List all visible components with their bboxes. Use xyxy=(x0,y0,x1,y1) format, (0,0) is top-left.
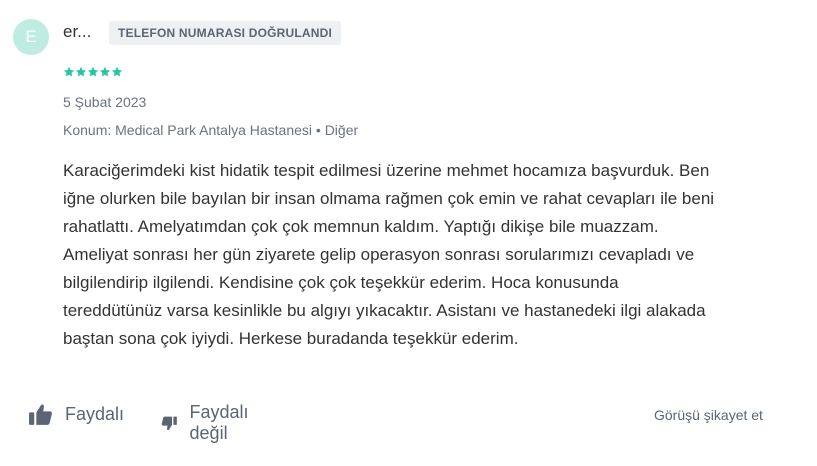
comment-line: iğne olurken bile bayılan bir insan olma… xyxy=(63,189,715,208)
star-icon xyxy=(99,66,111,77)
helpful-label: Faydalı xyxy=(65,404,125,424)
star-icon xyxy=(87,66,99,77)
comment-line: rahatlattı. Amelyatımdan çok çok memnun … xyxy=(63,217,659,236)
star-icon xyxy=(111,66,123,77)
star-icon xyxy=(75,66,87,77)
report-link[interactable]: Görüşü şikayet et xyxy=(654,407,763,423)
not-helpful-button[interactable]: Faydalı değil xyxy=(161,402,257,444)
review-card: E er... TELEFON NUMARASI DOĞRULANDI 5 Şu… xyxy=(0,0,817,466)
verified-badge: TELEFON NUMARASI DOĞRULANDI xyxy=(109,21,342,45)
review-date: 5 Şubat 2023 xyxy=(63,94,147,110)
star-icon xyxy=(63,66,75,77)
avatar: E xyxy=(13,19,49,55)
thumbs-up-icon xyxy=(29,404,52,425)
review-location: Konum: Medical Park Antalya Hastanesi • … xyxy=(63,122,359,138)
helpful-button[interactable]: Faydalı xyxy=(28,402,124,427)
comment-line: Karaciğerimdeki kist hidatik tespit edil… xyxy=(63,161,710,180)
author-name[interactable]: er... xyxy=(63,22,91,42)
comment-line: tereddütünüz varsa kesinlikle bu algıyı … xyxy=(63,301,706,320)
thumbs-down-icon xyxy=(161,416,177,430)
rating-stars xyxy=(63,66,123,78)
comment-line: bilgilendirip ilgilendi. Kendisine çok ç… xyxy=(63,273,619,292)
review-comment: Karaciğerimdeki kist hidatik tespit edil… xyxy=(63,157,793,353)
not-helpful-label: Faydalı değil xyxy=(189,402,249,443)
comment-line: baştan sona çok iyiydi. Herkese buradand… xyxy=(63,329,519,348)
comment-line: Ameliyat sonrası her gün ziyarete gelip … xyxy=(63,245,695,264)
